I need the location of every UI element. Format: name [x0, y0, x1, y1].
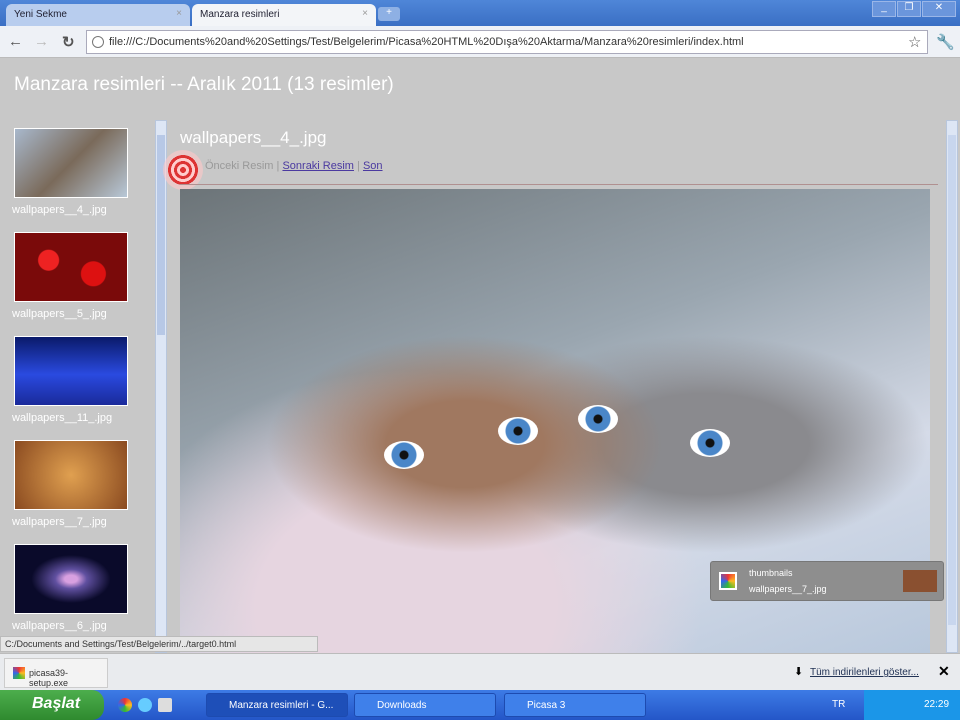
kitten-eye [578, 405, 618, 433]
separator: | [357, 160, 360, 172]
taskbar: Başlat Manzara resimleri - G... Download… [0, 690, 960, 720]
close-window-button[interactable]: ✕ [922, 1, 956, 17]
url-text: file:///C:/Documents%20and%20Settings/Te… [109, 36, 744, 48]
notification-file: wallpapers__7_.jpg [749, 584, 827, 594]
close-download-shelf-button[interactable]: ✕ [938, 663, 950, 680]
thumbnail-image[interactable] [14, 128, 128, 198]
thumbnail-label[interactable]: wallpapers__4_.jpg [12, 204, 107, 216]
status-bar: C:/Documents and Settings/Test/Belgeleri… [0, 636, 318, 652]
main-scrollbar[interactable] [946, 120, 958, 653]
thumbnail-label[interactable]: wallpapers__7_.jpg [12, 516, 107, 528]
tab-label: Yeni Sekme [14, 9, 67, 20]
scrollbar-thumb[interactable] [948, 135, 956, 625]
restore-button[interactable]: ❐ [897, 1, 921, 17]
task-downloads[interactable]: Downloads [354, 693, 496, 717]
close-tab-icon[interactable]: × [362, 8, 368, 19]
separator: | [276, 160, 280, 172]
system-tray: 22:29 [864, 690, 960, 720]
thumbnail-label[interactable]: wallpapers__6_.jpg [12, 620, 107, 632]
last-image-link[interactable]: Son [363, 160, 383, 172]
ie-quicklaunch-icon[interactable] [138, 698, 152, 712]
tab-label: Manzara resimleri [200, 9, 280, 20]
bookmark-star-icon[interactable]: ☆ [908, 33, 921, 51]
back-button[interactable]: ← [8, 33, 23, 50]
download-arrow-icon: ⬇ [794, 666, 804, 678]
thumbnail-list: wallpapers__4_.jpg wallpapers__5_.jpg wa… [8, 128, 148, 653]
picasa-icon [719, 572, 737, 590]
task-label: Manzara resimleri - G... [229, 700, 334, 711]
page-icon [92, 36, 104, 48]
divider [180, 184, 938, 185]
page-title: Manzara resimleri -- Aralık 2011 (13 res… [14, 74, 394, 95]
thumbnail-image[interactable] [14, 232, 128, 302]
language-indicator[interactable]: TR [832, 699, 845, 710]
toolbar: ← → ↻ file:///C:/Documents%20and%20Setti… [0, 26, 960, 58]
kitten-eye [384, 441, 424, 469]
thumbnail-image[interactable] [14, 440, 128, 510]
download-shelf: picasa39-setup.exe ⬇ Tüm indirilenleri g… [0, 653, 960, 690]
picasa-icon [13, 667, 25, 679]
chrome-quicklaunch-icon[interactable] [118, 698, 132, 712]
task-chrome[interactable]: Manzara resimleri - G... [206, 693, 348, 717]
kitten-eye [690, 429, 730, 457]
sidebar-scrollbar[interactable] [155, 120, 167, 653]
reload-button[interactable]: ↻ [62, 33, 75, 51]
tab-new-tab[interactable]: Yeni Sekme × [6, 4, 190, 26]
tab-manzara[interactable]: Manzara resimleri × [192, 4, 376, 26]
notification-title: thumbnails [749, 568, 793, 578]
thumbnail-label[interactable]: wallpapers__5_.jpg [12, 308, 107, 320]
thumbnail-label[interactable]: wallpapers__11_.jpg [12, 412, 112, 424]
image-navigation: Önceki Resim | Sonraki Resim | Son [205, 160, 383, 172]
picasa-notification[interactable]: thumbnails wallpapers__7_.jpg [710, 561, 944, 601]
close-tab-icon[interactable]: × [176, 8, 182, 19]
image-title: wallpapers__4_.jpg [180, 128, 327, 147]
start-button[interactable]: Başlat [0, 690, 104, 720]
download-item[interactable]: picasa39-setup.exe [4, 658, 108, 688]
kitten-eye [498, 417, 538, 445]
task-picasa[interactable]: Picasa 3 [504, 693, 646, 717]
title-bar: Yeni Sekme × Manzara resimleri × + _ ❐ ✕ [0, 0, 960, 26]
minimize-button[interactable]: _ [872, 1, 896, 17]
forward-button[interactable]: → [34, 33, 49, 50]
download-filename: picasa39-setup.exe [29, 668, 69, 688]
task-label: Picasa 3 [527, 700, 566, 711]
thumbnail-image[interactable] [14, 544, 128, 614]
thumbnail-image[interactable] [14, 336, 128, 406]
show-all-downloads-link[interactable]: Tüm indirilenleri göster... [810, 667, 919, 678]
address-bar[interactable]: file:///C:/Documents%20and%20Settings/Te… [86, 30, 928, 54]
next-image-link[interactable]: Sonraki Resim [282, 160, 354, 172]
wrench-icon[interactable]: 🔧 [936, 33, 955, 51]
notification-thumbnail [903, 570, 937, 592]
desktop-quicklaunch-icon[interactable] [158, 698, 172, 712]
clock: 22:29 [924, 699, 950, 710]
previous-image-link: Önceki Resim [205, 160, 274, 172]
task-label: Downloads [377, 700, 427, 711]
new-tab-button[interactable]: + [378, 7, 400, 21]
